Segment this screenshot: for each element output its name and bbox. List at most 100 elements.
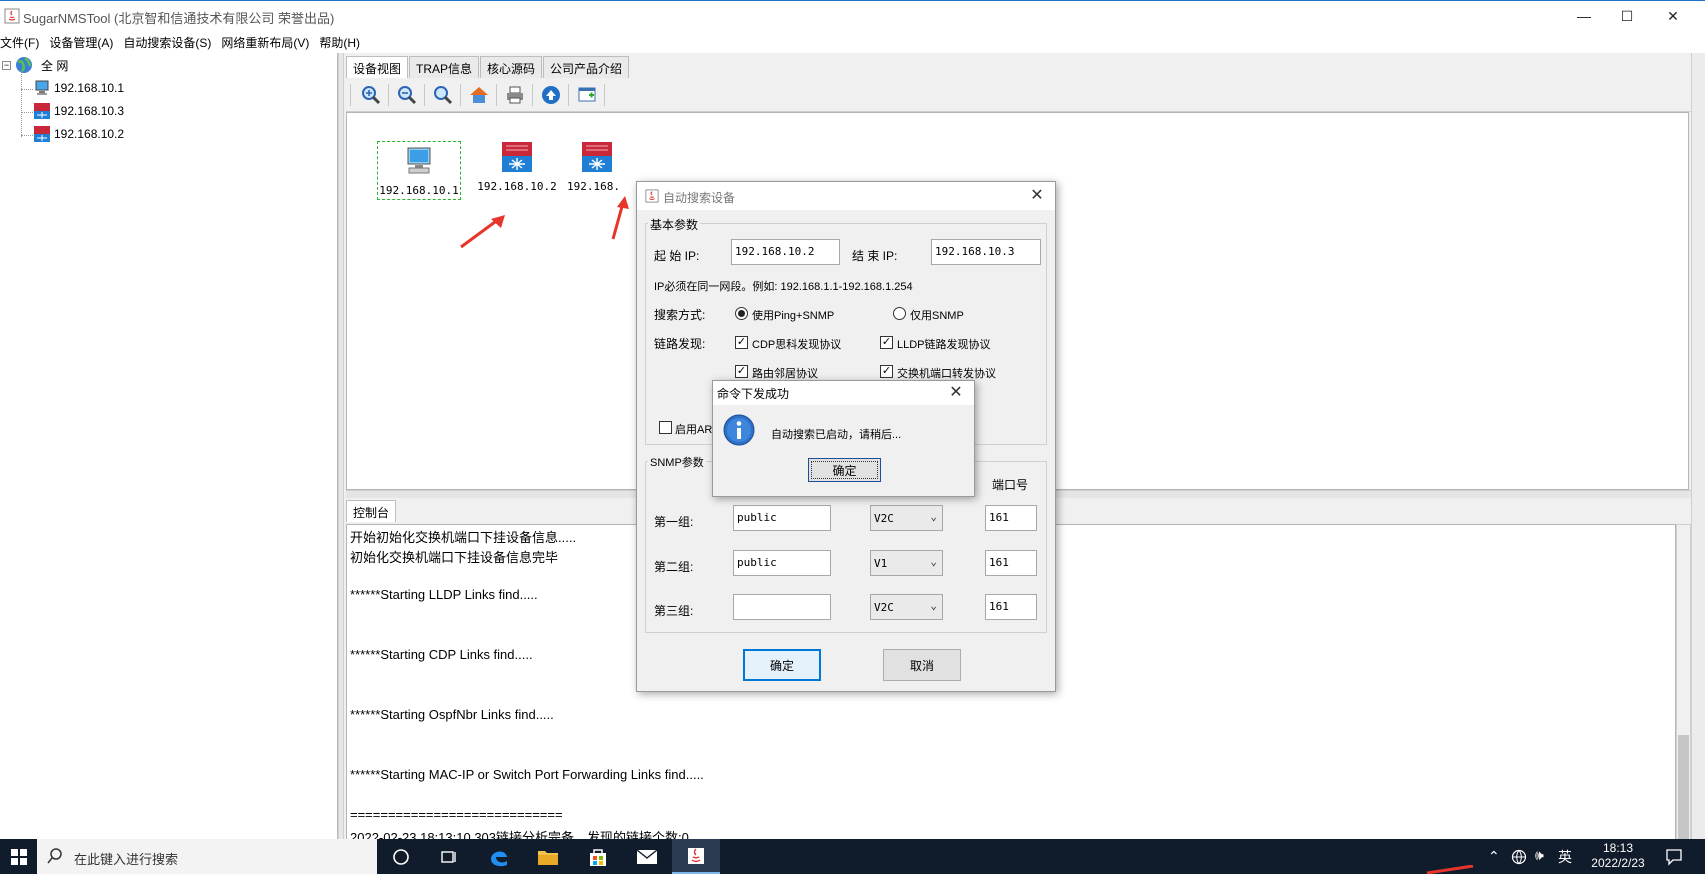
checkbox-cdp-label: CDP思科发现协议: [752, 339, 842, 351]
dialog-title-bar: 自动搜索设备 ✕: [637, 182, 1055, 210]
radio-snmp-only-label: 仅用SNMP: [910, 310, 964, 322]
tab-trap-info[interactable]: TRAP信息: [409, 56, 480, 78]
tree-item-label: 192.168.10.3: [54, 104, 125, 118]
radio-snmp-only[interactable]: [893, 307, 906, 320]
network-globe-icon[interactable]: [1511, 849, 1527, 865]
info-icon: [723, 414, 755, 446]
select-value: V1: [874, 557, 888, 570]
menu-file[interactable]: 文件(F): [0, 34, 44, 51]
vertical-splitter[interactable]: [338, 53, 344, 839]
globe-icon: [16, 57, 32, 73]
taskbar-search-box[interactable]: 在此键入进行搜索: [37, 839, 377, 874]
clock[interactable]: 18:13 2022/2/23: [1583, 841, 1653, 871]
checkbox-cdp[interactable]: ✓: [735, 336, 748, 349]
message-dialog: 命令下发成功 ✕ 自动搜索已启动，请稍后... 确定: [712, 380, 975, 497]
java-app-icon: [645, 189, 659, 203]
menu-auto-search[interactable]: 自动搜索设备(S): [118, 34, 216, 51]
tray-chevron-up-icon[interactable]: ⌃: [1488, 848, 1500, 865]
group1-community-input[interactable]: public: [733, 505, 831, 531]
volume-icon[interactable]: 🕪: [1535, 847, 1544, 864]
device-label: 192.168.10.2: [477, 180, 557, 193]
home-icon[interactable]: [465, 83, 493, 107]
collapse-icon[interactable]: −: [2, 60, 11, 70]
tab-device-view[interactable]: 设备视图: [346, 56, 409, 78]
tree-item-host[interactable]: 192.168.10.1: [34, 80, 124, 96]
group3-version-select[interactable]: V2C ⌄: [870, 594, 943, 620]
search-cancel-button[interactable]: 取消: [883, 649, 961, 681]
group1-port-input[interactable]: 161: [985, 505, 1037, 531]
tree-root[interactable]: − 全 网: [2, 56, 68, 74]
chevron-down-icon: ⌄: [930, 599, 937, 612]
zoom-fit-icon[interactable]: [429, 83, 457, 107]
close-button[interactable]: ✕: [1650, 1, 1696, 31]
device-tree: − 全 网 192.168.10.1 192.168.10.3 192.168.…: [0, 53, 338, 839]
clock-time: 18:13: [1602, 841, 1634, 855]
zoom-in-icon[interactable]: [357, 83, 385, 107]
maximize-button[interactable]: ☐: [1604, 1, 1650, 31]
notifications-icon[interactable]: [1665, 848, 1683, 866]
cortana-icon[interactable]: [377, 839, 425, 874]
task-view-icon[interactable]: [425, 839, 473, 874]
console-line: ******Starting MAC-IP or Switch Port For…: [350, 767, 704, 782]
red-arrow-annotation: [611, 196, 629, 240]
scrollbar-thumb[interactable]: [1678, 735, 1689, 839]
checkbox-route-neighbor[interactable]: ✓: [735, 365, 748, 378]
tab-console[interactable]: 控制台: [346, 500, 397, 522]
red-arrow-annotation: [1426, 865, 1474, 874]
console-scrollbar[interactable]: [1676, 524, 1691, 840]
device-label: 192.168.: [567, 180, 620, 193]
menu-help[interactable]: 帮助(H): [314, 34, 365, 51]
edge-browser-icon[interactable]: [475, 839, 523, 874]
basic-params-legend: 基本参数: [648, 216, 701, 233]
tree-item-switch[interactable]: 192.168.10.3: [34, 103, 124, 119]
group2-version-select[interactable]: V1 ⌄: [870, 550, 943, 576]
checkbox-arp-label: 启用ARI: [675, 424, 716, 436]
search-ok-button[interactable]: 确定: [743, 649, 821, 681]
group2-port-input[interactable]: 161: [985, 550, 1037, 576]
red-arrow-annotation: [460, 215, 505, 249]
radio-ping-snmp[interactable]: [735, 307, 748, 320]
taskbar-search-placeholder: 在此键入进行搜索: [74, 852, 179, 867]
message-text: 自动搜索已启动，请稍后...: [771, 429, 902, 441]
computer-icon: [35, 80, 49, 95]
console-line: 开始初始化交换机端口下挂设备信息.....: [350, 530, 577, 545]
export-icon[interactable]: [573, 83, 601, 107]
search-icon: [47, 848, 62, 864]
minimize-button[interactable]: —: [1561, 1, 1607, 31]
message-ok-button[interactable]: 确定: [808, 458, 881, 482]
message-dialog-close-button[interactable]: ✕: [946, 382, 966, 402]
file-explorer-icon[interactable]: [524, 839, 572, 874]
ime-indicator[interactable]: 英: [1558, 847, 1572, 867]
checkbox-lldp[interactable]: ✓: [880, 336, 893, 349]
menu-device-management[interactable]: 设备管理(A): [44, 34, 118, 51]
up-arrow-icon[interactable]: [537, 83, 565, 107]
dialog-close-button[interactable]: ✕: [1027, 185, 1047, 205]
start-ip-label: 起 始 IP:: [654, 249, 700, 263]
checkbox-lldp-label: LLDP链路发现协议: [897, 339, 991, 351]
menu-relayout[interactable]: 网络重新布局(V): [216, 34, 314, 51]
start-ip-input[interactable]: 192.168.10.2: [731, 239, 840, 265]
java-app-taskbar-icon[interactable]: [672, 839, 720, 874]
group1-version-select[interactable]: V2C ⌄: [870, 505, 943, 531]
mail-icon[interactable]: [623, 839, 671, 874]
print-icon[interactable]: [501, 83, 529, 107]
tab-core-source[interactable]: 核心源码: [480, 56, 543, 78]
tree-item-switch[interactable]: 192.168.10.2: [34, 126, 124, 142]
windows-start-icon[interactable]: [0, 839, 37, 874]
group3-port-input[interactable]: 161: [985, 594, 1037, 620]
device-node-switch[interactable]: 192.168.10.2: [475, 141, 559, 193]
checkbox-switch-forwarding[interactable]: ✓: [880, 365, 893, 378]
switch-icon: [582, 142, 612, 172]
console-line: 初始化交换机端口下挂设备信息完毕: [350, 550, 559, 565]
tab-company-products[interactable]: 公司产品介绍: [543, 56, 630, 78]
device-node-switch[interactable]: 192.168.: [567, 141, 627, 193]
zoom-out-icon[interactable]: [393, 83, 421, 107]
checkbox-arp[interactable]: [659, 421, 672, 434]
group2-community-input[interactable]: public: [733, 550, 831, 576]
end-ip-input[interactable]: 192.168.10.3: [931, 239, 1041, 265]
device-node-host[interactable]: 192.168.10.1: [377, 141, 461, 200]
chevron-down-icon: ⌄: [930, 510, 937, 523]
store-icon[interactable]: [574, 839, 622, 874]
console-line: ******Starting OspfNbr Links find.....: [350, 707, 554, 722]
group3-community-input[interactable]: [733, 594, 831, 620]
